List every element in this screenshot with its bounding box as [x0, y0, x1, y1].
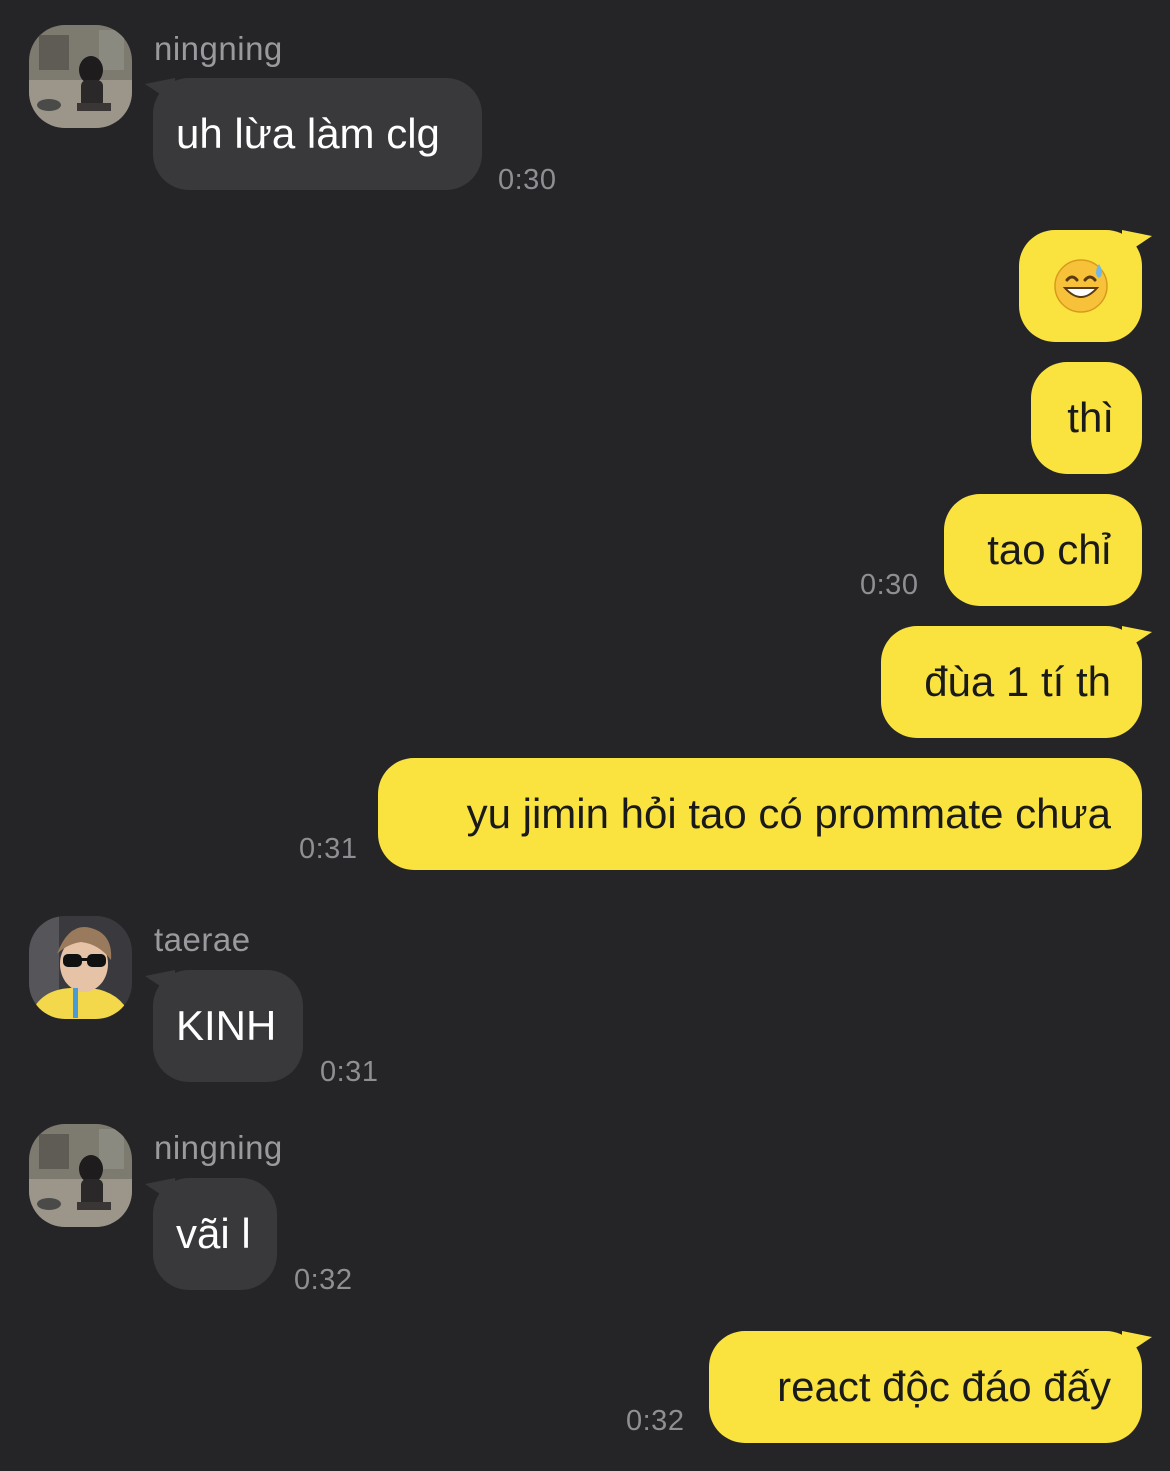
message-bubble[interactable]: tao chỉ — [944, 494, 1142, 606]
bubble-tail-icon — [1122, 626, 1152, 652]
bubble-tail-icon — [1122, 1331, 1152, 1357]
grinning-face-with-sweat-emoji — [1053, 259, 1108, 313]
message-timestamp: 0:32 — [626, 1405, 685, 1437]
message-text: KINH — [176, 1002, 277, 1049]
avatar-taerae[interactable] — [29, 916, 132, 1019]
message-bubble[interactable]: vãi l — [145, 1178, 277, 1290]
sender-name: taerae — [154, 921, 251, 958]
message-bubble[interactable]: đùa 1 tí th — [881, 626, 1152, 738]
message-timestamp: 0:31 — [299, 833, 358, 865]
message-text: yu jimin hỏi tao có prommate chưa — [466, 790, 1111, 837]
avatar-photo-icon — [29, 916, 132, 1019]
message-timestamp: 0:30 — [498, 164, 557, 196]
avatar-ningning[interactable] — [29, 1124, 132, 1227]
message-text: tao chỉ — [987, 526, 1111, 573]
message-text: uh lừa làm clg — [176, 110, 440, 157]
bubble-tail-icon — [1122, 230, 1152, 256]
bubble-tail-icon — [145, 1178, 175, 1204]
message-text: thì — [1067, 394, 1114, 441]
message-bubble[interactable]: react độc đáo đấy — [709, 1331, 1152, 1443]
message-bubble[interactable]: uh lừa làm clg — [145, 78, 482, 190]
avatar-photo-icon — [29, 1124, 132, 1227]
bubble-tail-icon — [145, 78, 175, 104]
message-text: đùa 1 tí th — [924, 658, 1111, 705]
bubble-tail-icon — [145, 970, 175, 996]
avatar-photo-icon — [29, 25, 132, 128]
chat-conversation: ningning uh lừa làm clg 0:30 thì tao chỉ… — [0, 0, 1170, 1471]
message-timestamp: 0:30 — [860, 569, 919, 601]
message-bubble[interactable]: KINH — [145, 970, 303, 1082]
sender-name: ningning — [154, 30, 283, 67]
message-bubble[interactable]: thì — [1031, 362, 1142, 474]
sender-name: ningning — [154, 1129, 283, 1166]
message-timestamp: 0:32 — [294, 1264, 353, 1296]
message-text: vãi l — [176, 1210, 251, 1257]
message-text: react độc đáo đấy — [777, 1363, 1111, 1410]
message-bubble[interactable] — [1019, 230, 1152, 342]
message-timestamp: 0:31 — [320, 1056, 379, 1088]
avatar-ningning[interactable] — [29, 25, 132, 128]
message-bubble[interactable]: yu jimin hỏi tao có prommate chưa — [378, 758, 1142, 870]
